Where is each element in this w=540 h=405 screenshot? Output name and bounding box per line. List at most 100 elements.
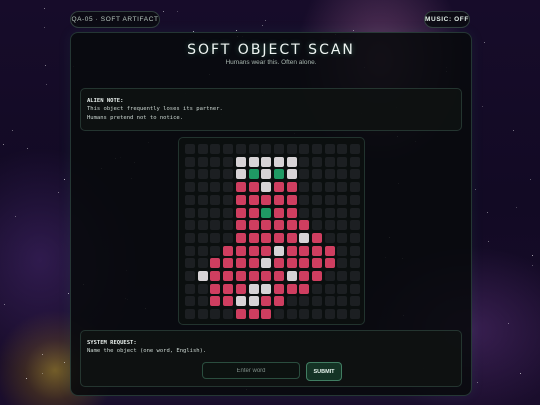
submit-button[interactable]: SUBMIT xyxy=(306,362,342,381)
grid-cell xyxy=(210,309,221,320)
grid-cell xyxy=(299,309,310,320)
grid-cell xyxy=(197,232,208,243)
grid-cell xyxy=(337,194,348,205)
grid-cell xyxy=(235,144,246,154)
grid-cell xyxy=(312,283,322,294)
grid-cell xyxy=(273,194,284,205)
grid-cell xyxy=(210,194,221,205)
grid-cell xyxy=(299,220,310,231)
grid-cell xyxy=(350,182,361,193)
grid-cell xyxy=(350,156,361,167)
grid-cell xyxy=(185,245,195,256)
alien-note-line-1: This object frequently loses its partner… xyxy=(87,106,223,112)
grid-cell xyxy=(299,258,310,269)
grid-cell xyxy=(337,220,348,231)
grid-cell xyxy=(235,271,246,281)
grid-cell xyxy=(248,182,259,193)
grid-cell xyxy=(261,194,272,205)
grid-cell xyxy=(235,194,246,205)
grid-cell xyxy=(286,156,297,167)
grid-cell xyxy=(223,271,234,281)
grid-cell xyxy=(286,258,297,269)
grid-cell xyxy=(235,309,246,320)
grid-cell xyxy=(350,220,361,231)
grid-cell xyxy=(248,271,259,281)
grid-cell xyxy=(312,245,322,256)
grid-cell xyxy=(286,169,297,180)
scan-panel: SOFT OBJECT SCAN Humans wear this. Often… xyxy=(70,32,472,396)
grid-cell xyxy=(210,169,221,180)
grid-cell xyxy=(273,169,284,180)
grid-cell xyxy=(273,207,284,218)
grid-cell xyxy=(185,232,195,243)
grid-cell xyxy=(324,309,335,320)
grid-cell xyxy=(337,245,348,256)
grid-cell xyxy=(235,232,246,243)
grid-cell xyxy=(261,258,272,269)
grid-cell xyxy=(337,309,348,320)
grid-cell xyxy=(185,169,195,180)
grid-cell xyxy=(197,182,208,193)
grid-cell xyxy=(337,283,348,294)
grid-cell xyxy=(185,144,195,154)
grid-cell xyxy=(350,271,361,281)
grid-cell xyxy=(312,144,322,154)
grid-cell xyxy=(312,309,322,320)
grid-cell xyxy=(312,169,322,180)
level-tag: QA-05 · SOFT ARTIFACT xyxy=(70,11,160,28)
grid-cell xyxy=(324,169,335,180)
grid-cell xyxy=(299,156,310,167)
grid-cell xyxy=(273,271,284,281)
grid-cell xyxy=(235,182,246,193)
grid-cell xyxy=(248,156,259,167)
grid-cell xyxy=(223,245,234,256)
grid-cell xyxy=(350,258,361,269)
grid-cell xyxy=(210,245,221,256)
grid-cell xyxy=(223,169,234,180)
alien-note-line-2: Humans pretend not to notice. xyxy=(87,115,184,121)
answer-input[interactable] xyxy=(202,362,300,379)
grid-cell xyxy=(286,309,297,320)
grid-cell xyxy=(223,182,234,193)
grid-cell xyxy=(261,144,272,154)
grid-cell xyxy=(273,182,284,193)
grid-cell xyxy=(248,144,259,154)
grid-cell xyxy=(261,296,272,307)
grid-cell xyxy=(197,220,208,231)
grid-cell xyxy=(248,169,259,180)
grid-cell xyxy=(248,258,259,269)
grid-cell xyxy=(223,309,234,320)
grid-cell xyxy=(197,207,208,218)
grid-cell xyxy=(312,220,322,231)
grid-cell xyxy=(185,194,195,205)
grid-cell xyxy=(185,296,195,307)
grid-cell xyxy=(223,232,234,243)
system-request-prompt: Name the object (one word, English). xyxy=(87,348,207,354)
grid-cell xyxy=(197,309,208,320)
grid-cell xyxy=(350,207,361,218)
grid-cell xyxy=(324,271,335,281)
grid-cell xyxy=(324,232,335,243)
grid-cell xyxy=(235,156,246,167)
grid-cell xyxy=(197,194,208,205)
grid-cell xyxy=(299,182,310,193)
grid-cell xyxy=(337,169,348,180)
grid-cell xyxy=(299,194,310,205)
grid-cell xyxy=(185,258,195,269)
grid-cell xyxy=(197,271,208,281)
grid-cell xyxy=(286,232,297,243)
grid-cell xyxy=(261,245,272,256)
music-toggle-button[interactable]: MUSIC: OFF xyxy=(424,11,470,28)
grid-cell xyxy=(223,283,234,294)
grid-cell xyxy=(350,194,361,205)
grid-cell xyxy=(312,296,322,307)
page-subtitle: Humans wear this. Often alone. xyxy=(225,59,317,66)
grid-cell xyxy=(185,309,195,320)
grid-cell xyxy=(350,169,361,180)
grid-cell xyxy=(185,271,195,281)
grid-cell xyxy=(261,169,272,180)
grid-cell xyxy=(324,144,335,154)
grid-cell xyxy=(324,283,335,294)
grid-cell xyxy=(299,144,310,154)
grid-cell xyxy=(248,283,259,294)
